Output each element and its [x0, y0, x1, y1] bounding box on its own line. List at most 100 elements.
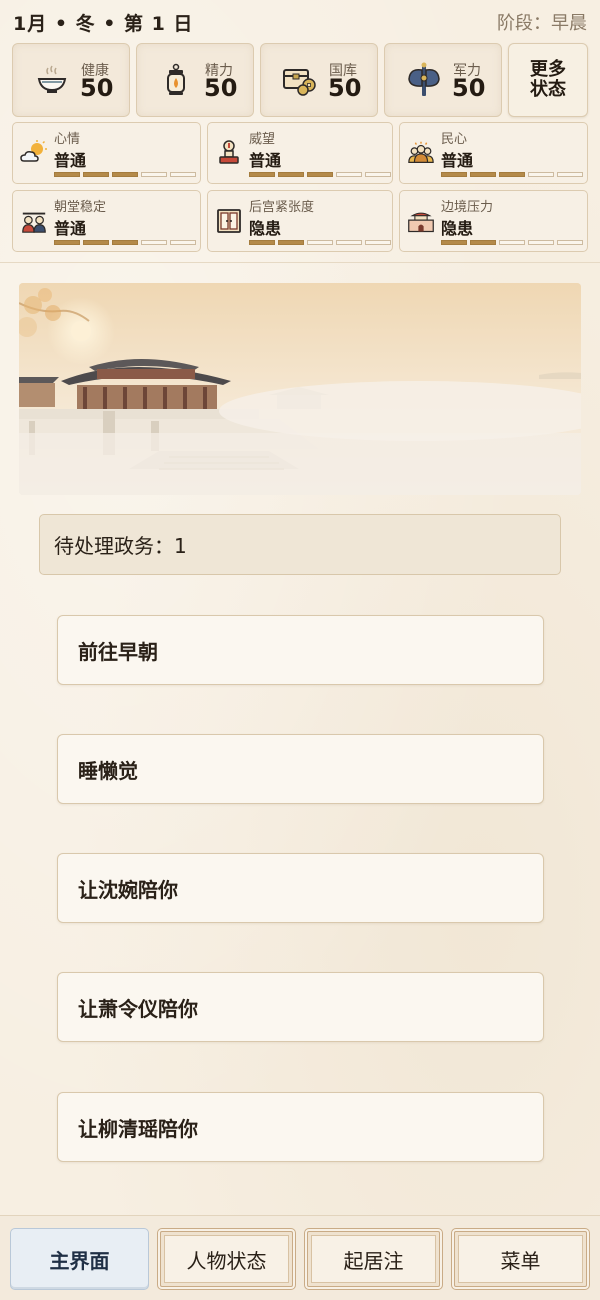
fortress-gate-icon: [407, 207, 435, 235]
action-label: 让沈婉陪你: [78, 877, 178, 902]
substat-value: 普通: [54, 151, 87, 170]
level-segment-empty: [307, 240, 333, 245]
level-segment-empty: [336, 172, 362, 177]
level-segment-empty: [528, 172, 554, 177]
substat-label: 心情: [54, 132, 81, 147]
action-accompany-xiao-lingyi-button[interactable]: 让萧令仪陪你: [57, 972, 544, 1042]
substat-value: 普通: [441, 151, 474, 170]
tab-label: 起居注: [343, 1248, 404, 1273]
level-segment-filled: [470, 172, 496, 177]
main-stats-row: 健康 50 精力 50 国库 50 军力 50 更多 状态: [12, 43, 588, 117]
action-label: 前往早朝: [78, 639, 158, 664]
tab-daily-record[interactable]: 起居注: [304, 1228, 443, 1290]
action-accompany-shen-wan-button[interactable]: 让沈婉陪你: [57, 853, 544, 923]
sun-cloud-icon: [20, 139, 48, 167]
level-segment-filled: [470, 240, 496, 245]
substat-harem-tension: 后宫紧张度 隐患: [207, 190, 393, 252]
game-date: 1月 • 冬 • 第 1 日: [13, 12, 194, 35]
pending-affairs-text: 待处理政务：1: [54, 534, 187, 558]
substat-value: 普通: [54, 219, 87, 238]
crowd-icon: [407, 139, 435, 167]
level-segment-filled: [249, 240, 275, 245]
more-status-button[interactable]: 更多 状态: [508, 43, 588, 117]
sub-stats-grid: 心情 普通 威望 普通 民心 普通 朝堂稳定 普通 后宫紧张度 隐患 边境压力 …: [12, 122, 588, 252]
substat-court-stability: 朝堂稳定 普通: [12, 190, 201, 252]
level-segment-filled: [83, 172, 109, 177]
level-segment-empty: [528, 240, 554, 245]
stat-treasury: 国库 50: [260, 43, 378, 117]
level-segment-filled: [249, 172, 275, 177]
level-segment-filled: [441, 240, 467, 245]
level-segment-empty: [365, 240, 391, 245]
stat-health: 健康 50: [12, 43, 130, 117]
substat-label: 后宫紧张度: [249, 200, 315, 215]
lantern-icon: [157, 61, 195, 99]
substat-value: 隐患: [249, 219, 282, 238]
level-segment-empty: [365, 172, 391, 177]
tab-label: 人物状态: [186, 1248, 267, 1273]
court-officials-icon: [20, 207, 48, 235]
substat-level-bar: [441, 240, 583, 245]
level-segment-filled: [83, 240, 109, 245]
substat-value: 隐患: [441, 219, 474, 238]
substat-label: 朝堂稳定: [54, 200, 107, 215]
action-attend-court-button[interactable]: 前往早朝: [57, 615, 544, 685]
palace-door-icon: [215, 207, 243, 235]
header-divider: [0, 262, 600, 263]
substat-mood: 心情 普通: [12, 122, 201, 184]
seal-stamp-icon: [215, 139, 243, 167]
level-segment-empty: [170, 240, 196, 245]
stat-value: 50: [328, 74, 362, 102]
level-segment-filled: [112, 240, 138, 245]
substat-level-bar: [249, 172, 391, 177]
level-segment-empty: [557, 172, 583, 177]
battle-axe-icon: [405, 61, 443, 99]
substat-label: 边境压力: [441, 200, 494, 215]
substat-label: 民心: [441, 132, 468, 147]
substat-level-bar: [54, 172, 196, 177]
tab-label: 菜单: [500, 1248, 541, 1273]
palace-scene-illustration: [19, 283, 581, 495]
action-accompany-liu-qingyao-button[interactable]: 让柳清瑶陪你: [57, 1092, 544, 1162]
tab-main[interactable]: 主界面: [10, 1228, 149, 1290]
substat-border-pressure: 边境压力 隐患: [399, 190, 588, 252]
level-segment-filled: [278, 172, 304, 177]
level-segment-empty: [141, 240, 167, 245]
substat-value: 普通: [249, 151, 282, 170]
level-segment-filled: [441, 172, 467, 177]
pending-affairs-panel: 待处理政务：1: [39, 514, 561, 575]
more-status-label: 更多 状态: [530, 59, 566, 100]
tab-menu[interactable]: 菜单: [451, 1228, 590, 1290]
substat-public-support: 民心 普通: [399, 122, 588, 184]
action-sleep-in-button[interactable]: 睡懒觉: [57, 734, 544, 804]
substat-level-bar: [441, 172, 583, 177]
level-segment-empty: [170, 172, 196, 177]
stat-value: 50: [204, 74, 238, 102]
substat-level-bar: [249, 240, 391, 245]
level-segment-filled: [112, 172, 138, 177]
level-segment-empty: [336, 240, 362, 245]
stat-military: 军力 50: [384, 43, 502, 117]
action-label: 让萧令仪陪你: [78, 996, 198, 1021]
bottom-tab-bar: 主界面 人物状态 起居注 菜单: [0, 1215, 600, 1300]
tab-label: 主界面: [49, 1248, 110, 1273]
level-segment-filled: [499, 172, 525, 177]
level-segment-empty: [141, 172, 167, 177]
tab-character-status[interactable]: 人物状态: [157, 1228, 296, 1290]
substat-level-bar: [54, 240, 196, 245]
level-segment-empty: [557, 240, 583, 245]
level-segment-filled: [54, 172, 80, 177]
stat-value: 50: [452, 74, 486, 102]
action-label: 让柳清瑶陪你: [78, 1116, 198, 1141]
level-segment-filled: [54, 240, 80, 245]
stat-energy: 精力 50: [136, 43, 254, 117]
treasury-chest-icon: [281, 61, 319, 99]
action-label: 睡懒觉: [78, 758, 138, 783]
stat-value: 50: [80, 74, 114, 102]
substat-label: 威望: [249, 132, 276, 147]
day-phase: 阶段：早晨: [497, 13, 587, 34]
top-header: 1月 • 冬 • 第 1 日 阶段：早晨: [0, 0, 600, 44]
bowl-icon: [33, 61, 71, 99]
level-segment-filled: [307, 172, 333, 177]
substat-prestige: 威望 普通: [207, 122, 393, 184]
